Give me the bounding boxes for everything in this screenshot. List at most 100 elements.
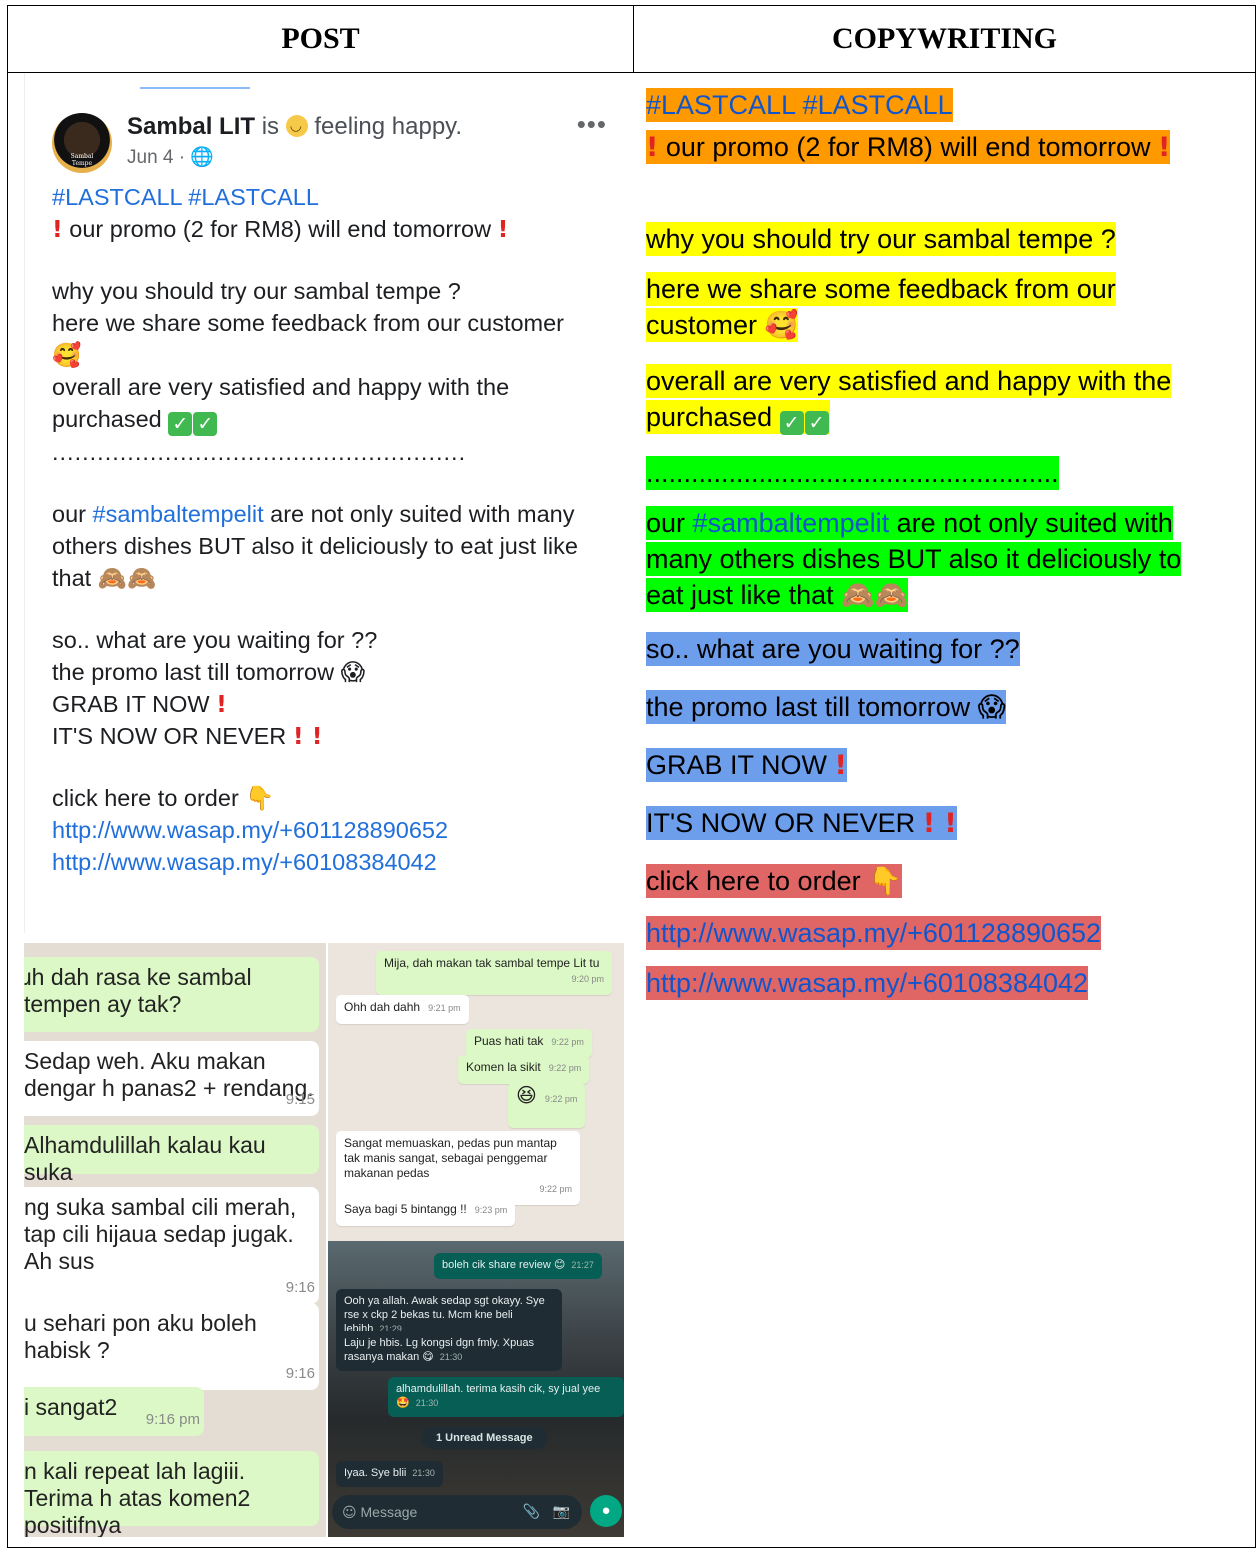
chat-screenshot-2: Mija, dah makan tak sambal tempe Lit tu 9…	[328, 943, 624, 1241]
copy-suited-text-3: eat just like that	[646, 580, 834, 610]
chat-time: 9:16	[285, 1365, 315, 1382]
chat-bubble: i sangat2 9:16 pm	[24, 1387, 204, 1436]
copy-suited-text-2: many others dishes BUT also it delicious…	[646, 542, 1182, 576]
copy-waiting-text: so.. what are you waiting for ??	[646, 632, 1020, 666]
copy-suited: our #sambaltempelit are not only suited …	[646, 505, 1182, 614]
now-or-never-text: IT'S NOW OR NEVER	[52, 723, 287, 749]
chat-bubble: Laju je hbis. Lg kongsi dgn fmly. Xpuas …	[336, 1331, 562, 1371]
pointing-down-icon: 👇	[245, 784, 275, 812]
chat-bubble: Puas hati tak 9:22 pm	[466, 1029, 592, 1058]
overall-line: overall are very satisfied and happy wit…	[52, 374, 510, 400]
copy-link-1-text[interactable]: http://www.wasap.my/+601128890652	[646, 916, 1102, 950]
unread-divider: 1 Unread Message	[422, 1427, 547, 1449]
chat-screenshot-1: ɹh dah rasa ke sambal tempen ay tak? Sed…	[24, 943, 326, 1537]
post-date[interactable]: Jun 4 · 🌐	[127, 145, 214, 169]
copy-overall: overall are very satisfied and happy wit…	[646, 363, 1172, 435]
chat-text: Iyaa. Sye blii	[344, 1467, 407, 1479]
chat-bubble: Iyaa. Sye blii 21:30	[336, 1461, 443, 1487]
copy-click-here: click here to order 👇	[646, 863, 902, 900]
hashtag-product[interactable]: #sambaltempelit	[93, 501, 264, 527]
post-date-text: Jun 4 ·	[127, 147, 191, 168]
copy-now-or-never-text: IT'S NOW OR NEVER	[646, 808, 916, 838]
copy-why: why you should try our sambal tempe ?	[646, 221, 1116, 257]
last-till-line: the promo last till tomorrow 😱	[52, 656, 622, 688]
copy-hashtags-text[interactable]: #LASTCALL #LASTCALL	[646, 88, 953, 122]
promo-line: ! our promo (2 for RM8) will end tomorro…	[52, 213, 622, 245]
face-icon: 😋	[422, 1350, 434, 1363]
share-line: here we share some feedback from our cus…	[52, 310, 565, 336]
grab-line: GRAB IT NOW !	[52, 688, 622, 720]
chat-bubble: Komen la sikit 9:22 pm	[458, 1055, 590, 1084]
chat-text: Mija, dah makan tak sambal tempe Lit tu	[384, 956, 600, 970]
copy-overall-text: overall are very satisfied and happy wit…	[646, 364, 1172, 398]
copy-our-text: our	[646, 508, 686, 538]
hashtags[interactable]: #LASTCALL #LASTCALL	[52, 181, 622, 213]
attachment-icon[interactable]: 📎	[523, 1495, 540, 1529]
order-link-1[interactable]: http://www.wasap.my/+601128890652	[52, 814, 622, 846]
page-name[interactable]: Sambal LIT	[127, 113, 255, 140]
chat-time: 21:30	[439, 1352, 463, 1362]
chat-text: u sehari pon aku boleh habisk ?	[24, 1310, 257, 1363]
copywriting-text: #LASTCALL #LASTCALL ! our promo (2 for R…	[634, 73, 1256, 1547]
red-exclamation-icon: !	[497, 215, 509, 243]
chat-bubble: ɹh dah rasa ke sambal tempen ay tak?	[24, 957, 319, 1032]
order-link-2[interactable]: http://www.wasap.my/+60108384042	[52, 846, 622, 878]
red-exclamation-icon: !	[834, 750, 847, 781]
message-input[interactable]: ☺ Message 📎 📷	[332, 1495, 582, 1529]
chat-text: Sangat memuaskan, pedas pun mantap tak m…	[344, 1136, 557, 1180]
red-exclamation-icon: !	[52, 215, 63, 243]
more-options-icon[interactable]: •••	[577, 109, 607, 140]
microphone-icon[interactable]: ●	[590, 1495, 622, 1527]
copy-share-text-2: customer	[646, 310, 758, 340]
chat-text: Ooh ya allah. Awak sedap sgt okayy. Sye …	[344, 1295, 545, 1335]
content-table: POST COPYWRITING Sambal Tempe Sambal LIT…	[7, 5, 1256, 1548]
chat-time: 9:22 pm	[539, 1184, 572, 1194]
chat-bubble: Sedap weh. Aku makan dengar h panas2 + r…	[24, 1041, 319, 1116]
grinning-face-icon: 😆	[516, 1083, 537, 1107]
click-here-line: click here to order 👇	[52, 782, 622, 814]
check-mark-icon: ✓	[193, 412, 218, 436]
copy-hashtags: #LASTCALL #LASTCALL	[646, 87, 953, 123]
last-till-text: the promo last till tomorrow	[52, 659, 335, 685]
post-screenshot: Sambal Tempe Sambal LIT is feeling happy…	[8, 73, 634, 1547]
why-line: why you should try our sambal tempe ?	[52, 278, 461, 304]
post-cell: Sambal Tempe Sambal LIT is feeling happy…	[7, 72, 634, 1548]
chat-bubble: Mija, dah makan tak sambal tempe Lit tu 9…	[376, 951, 612, 995]
copy-last-till-text: the promo last till tomorrow	[646, 692, 971, 722]
column-header-post: POST	[7, 5, 634, 73]
waiting-line: so.. what are you waiting for ??	[52, 627, 378, 653]
facebook-post: Sambal Tempe Sambal LIT is feeling happy…	[24, 73, 631, 933]
camera-icon[interactable]: 📷	[553, 1495, 570, 1529]
chat-bubble: n kali repeat lah lagiii. Terima h atas …	[24, 1451, 319, 1537]
pointing-down-icon: 👇	[868, 866, 902, 897]
chat-time: 9:15	[285, 1091, 315, 1108]
chat-bubble: u sehari pon aku boleh habisk ? 9:16	[24, 1303, 319, 1390]
chat-time: 9:21 pm	[428, 1003, 461, 1013]
grab-text: GRAB IT NOW	[52, 691, 210, 717]
copy-click-here-text: click here to order	[646, 866, 861, 896]
page-avatar: Sambal Tempe	[52, 113, 112, 173]
chat-time: 21:30	[415, 1398, 439, 1408]
copy-why-text: why you should try our sambal tempe ?	[646, 222, 1116, 256]
copy-hashtag-product[interactable]: #sambaltempelit	[693, 508, 890, 538]
chat-time: 9:22 pm	[544, 1094, 578, 1104]
chat-text: i sangat2	[24, 1394, 118, 1420]
purchased-line: purchased ✓ ✓	[52, 403, 622, 436]
copy-link-2-text[interactable]: http://www.wasap.my/+60108384042	[646, 966, 1089, 1000]
chat-time: 21:27	[571, 1260, 594, 1270]
chat-time: 9:22 pm	[551, 1037, 584, 1047]
chat-bubble: Sangat memuaskan, pedas pun mantap tak m…	[336, 1131, 580, 1205]
chat-bubble: Saya bagi 5 bintangg !! 9:23 pm	[336, 1197, 516, 1226]
emoji-icon[interactable]: ☺	[342, 1505, 357, 1521]
copy-dots: ........................................…	[646, 455, 1059, 491]
dotted-separator: ........................................…	[52, 439, 467, 465]
chat-time: 9:16	[285, 1279, 315, 1296]
copy-promo: ! our promo (2 for RM8) will end tomorro…	[646, 129, 1218, 166]
copy-suited-text: are not only suited with	[896, 508, 1173, 538]
chat-time: 9:23 pm	[474, 1205, 508, 1215]
star-struck-icon: 🤩	[396, 1396, 410, 1409]
copy-waiting: so.. what are you waiting for ??	[646, 631, 1020, 667]
chat-text: Saya bagi 5 bintangg !!	[344, 1202, 467, 1216]
chat-bubble: Ohh dah dahh 9:21 pm	[336, 995, 469, 1024]
copy-share-text: here we share some feedback from our	[646, 272, 1116, 306]
